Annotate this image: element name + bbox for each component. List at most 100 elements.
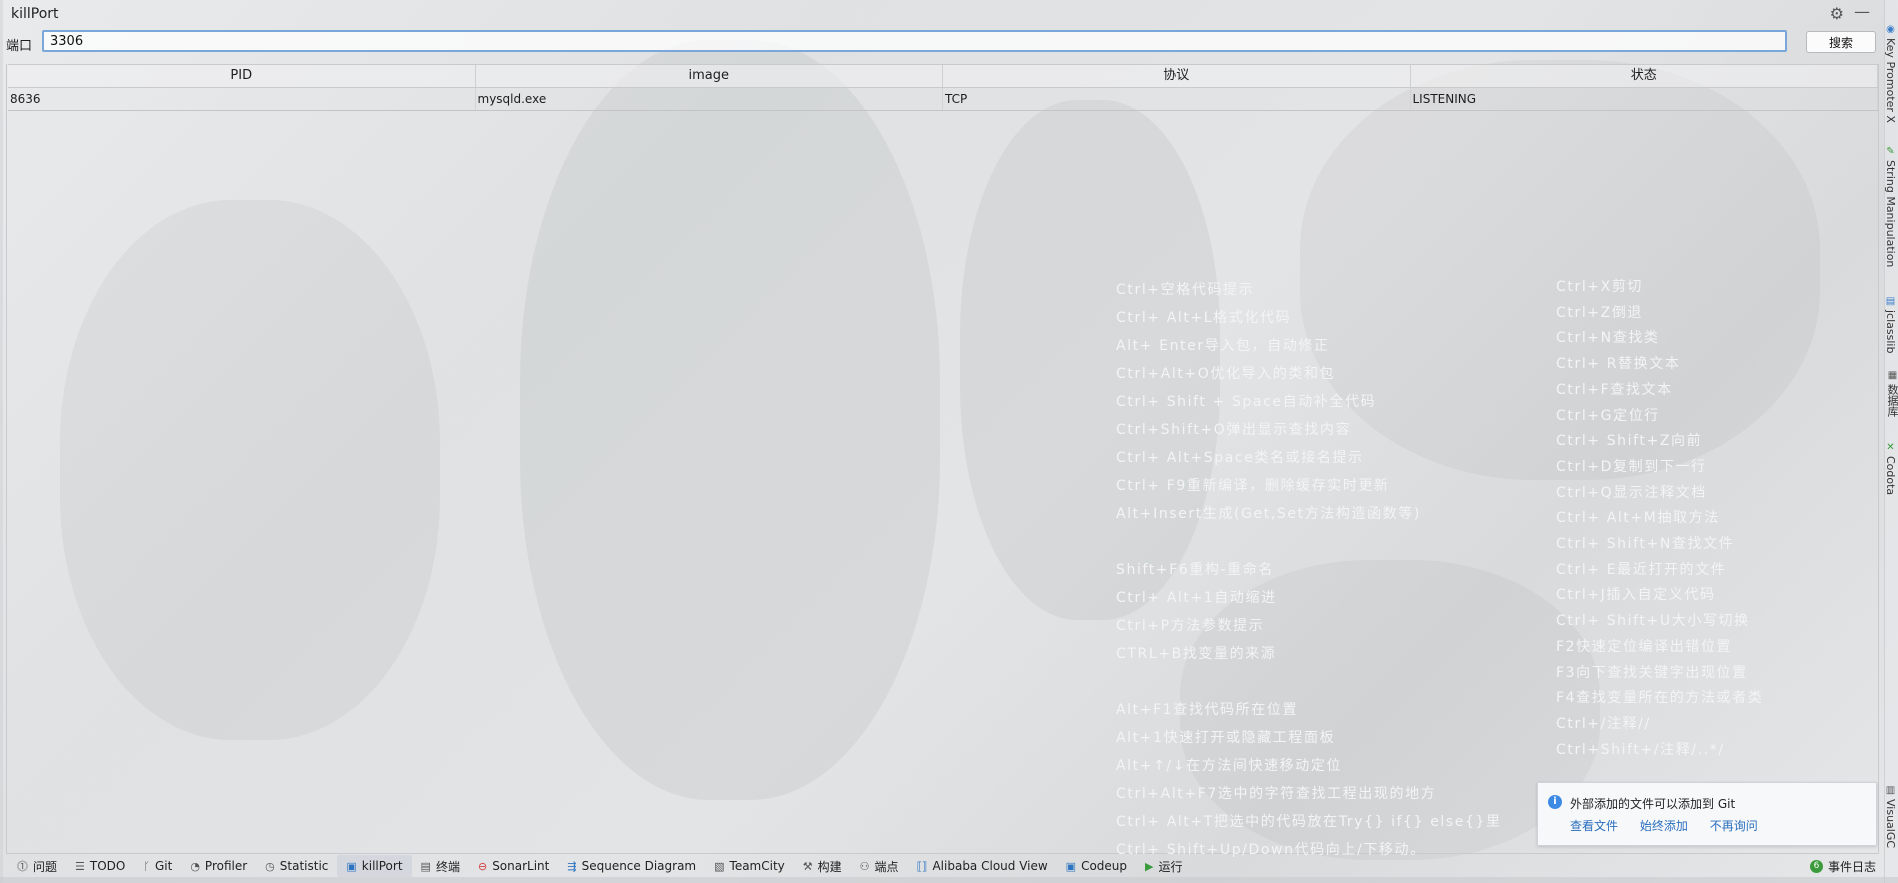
tool-build[interactable]: ⚒ 构建 <box>794 855 851 877</box>
column-header-protocol[interactable]: 协议 <box>943 65 1411 87</box>
shortcut-item: Ctrl+ Alt+L格式化代码 <box>1116 310 1292 326</box>
shortcut-item: Ctrl+Z倒退 <box>1556 304 1644 321</box>
tool-codeup[interactable]: ▣ Codeup <box>1057 855 1136 877</box>
shortcut-item: Ctrl+ E最近打开的文件 <box>1556 561 1727 578</box>
terminal-icon: ▤ <box>420 859 431 873</box>
event-log-button[interactable]: 6 事件日志 <box>1809 855 1876 877</box>
dont-ask-link[interactable]: 不再询问 <box>1710 819 1758 833</box>
column-header-image[interactable]: image <box>476 65 943 87</box>
column-header-pid[interactable]: PID <box>8 65 476 87</box>
shortcut-item: Ctrl+Alt+O优化导入的类和包 <box>1116 366 1336 382</box>
table-header: PID image 协议 状态 <box>8 64 1878 88</box>
tool-string-manipulation[interactable]: ✎String Manipulation <box>1884 146 1897 267</box>
status-bar <box>0 877 1898 883</box>
notification-message: 外部添加的文件可以添加到 Git <box>1570 797 1736 811</box>
shortcut-item: Ctrl+ Shift+Z向前 <box>1556 433 1703 450</box>
sonarlint-icon: ⊖ <box>477 859 488 873</box>
window-title: killPort <box>11 6 59 22</box>
shortcut-item: Ctrl+空格代码提示 <box>1116 282 1255 298</box>
shortcut-item: Shift+F6重构-重命名 <box>1116 562 1274 578</box>
jclasslib-icon: ▤ <box>1885 296 1896 307</box>
panel-border <box>6 853 1879 854</box>
shortcut-item: Ctrl+ Alt+M抽取方法 <box>1556 510 1720 527</box>
git-icon: ᚴ <box>143 859 150 873</box>
shortcut-item: Ctrl+Shift+O弹出显示查找内容 <box>1116 422 1352 438</box>
tool-visualgc[interactable]: ▥VisualGC <box>1884 785 1897 848</box>
shortcut-item: F2快速定位编译出错位置 <box>1556 638 1733 655</box>
column-header-status[interactable]: 状态 <box>1411 65 1878 87</box>
view-files-link[interactable]: 查看文件 <box>1570 819 1618 833</box>
shortcut-item: Ctrl+ R替换文本 <box>1556 356 1681 373</box>
left-tool-strip <box>0 0 3 883</box>
shortcut-item: Ctrl+ Shift + Space自动补全代码 <box>1116 394 1377 410</box>
shortcut-item: Ctrl+D复制到下一行 <box>1556 458 1707 475</box>
shortcut-item: Ctrl+Shift+/注释/..*/ <box>1556 741 1725 758</box>
tool-profiler[interactable]: ◔ Profiler <box>181 855 256 877</box>
tool-key-promoter-x[interactable]: ◉Key Promoter X <box>1884 24 1897 123</box>
shortcut-item: F3向下查找关键字出现位置 <box>1556 664 1748 681</box>
problems-icon: ⓵ <box>17 860 28 873</box>
always-add-link[interactable]: 始终添加 <box>1640 819 1688 833</box>
tool-problems[interactable]: ⓵ 问题 <box>8 855 66 877</box>
killport-icon: ▣ <box>346 859 357 873</box>
table-row[interactable]: 8636 mysqld.exe TCP LISTENING <box>8 88 1878 111</box>
visualgc-icon: ▥ <box>1885 785 1896 796</box>
shortcut-item: Alt+1快速打开或隐藏工程面板 <box>1116 730 1336 746</box>
shortcut-item: F4查找变量所在的方法或者类 <box>1556 690 1764 707</box>
teamcity-icon: ▧ <box>714 859 725 873</box>
shortcut-item: Ctrl+/注释// <box>1556 715 1651 732</box>
hide-icon[interactable]: — <box>1854 2 1870 21</box>
event-count-badge: 6 <box>1809 859 1823 873</box>
tool-teamcity[interactable]: ▧ TeamCity <box>705 855 794 877</box>
tool-database[interactable]: ▦数据库 <box>1884 370 1898 417</box>
shortcut-item: Ctrl+ Alt+1自动缩进 <box>1116 590 1277 606</box>
tool-alibaba-cloud-view[interactable]: ⟦⟧ Alibaba Cloud View <box>908 855 1057 877</box>
search-row: 端口 搜索 <box>0 30 1884 56</box>
codota-icon: ✕ <box>1885 442 1896 453</box>
info-icon: i <box>1548 795 1562 809</box>
shortcut-item: Alt+F1查找代码所在位置 <box>1116 702 1299 718</box>
shortcut-gap <box>1116 668 1502 696</box>
run-icon: ▶ <box>1145 859 1154 873</box>
shortcut-list-right: Ctrl+X剪切 Ctrl+Z倒退 Ctrl+N查找类 Ctrl+ R替换文本 Ctrl… <box>1556 275 1763 763</box>
shortcut-item: Ctrl+ F9重新编译，删除缓存实时更新 <box>1116 478 1390 494</box>
codeup-icon: ▣ <box>1065 859 1077 873</box>
event-log-label: 事件日志 <box>1827 859 1876 874</box>
shortcut-item: CTRL+B找变量的来源 <box>1116 646 1277 662</box>
port-table: PID image 协议 状态 8636 mysqld.exe TCP LIST… <box>8 64 1878 111</box>
cell-status: LISTENING <box>1411 88 1878 110</box>
tool-todo[interactable]: ☰ TODO <box>66 855 134 877</box>
tool-codota[interactable]: ✕Codota <box>1884 442 1897 495</box>
profiler-icon: ◔ <box>190 859 200 873</box>
tool-killport[interactable]: ▣ killPort <box>337 855 412 877</box>
shortcut-item: Alt+Insert生成(Get,Set方法构造函数等) <box>1116 506 1421 522</box>
todo-icon: ☰ <box>75 859 85 873</box>
shortcut-item: Ctrl+P方法参数提示 <box>1116 618 1265 634</box>
shortcut-item: Ctrl+N查找类 <box>1556 330 1660 347</box>
shortcut-item: Ctrl+ Shift+U大小写切换 <box>1556 613 1750 630</box>
tool-jclasslib[interactable]: ▤jclasslib <box>1884 296 1897 353</box>
bottom-tool-bar: ⓵ 问题 ☰ TODO ᚴ Git ◔ Profiler ◷ Statistic ▣ kil… <box>0 855 1884 877</box>
shortcut-item: Ctrl+ Alt+Space类名或接名提示 <box>1116 450 1364 466</box>
port-input[interactable] <box>42 30 1787 52</box>
tool-git[interactable]: ᚴ Git <box>134 855 181 877</box>
pencil-icon: ✎ <box>1885 146 1896 157</box>
tool-terminal[interactable]: ▤ 终端 <box>412 855 469 877</box>
search-button[interactable]: 搜索 <box>1806 31 1876 53</box>
tool-statistic[interactable]: ◷ Statistic <box>256 855 337 877</box>
panel-border <box>6 64 7 854</box>
tool-run[interactable]: ▶ 运行 <box>1136 855 1191 877</box>
shortcut-item: Ctrl+J插入自定义代码 <box>1556 587 1716 604</box>
shortcut-item: Ctrl+F查找文本 <box>1556 381 1673 398</box>
sequence-diagram-icon: ⇶ <box>567 859 577 873</box>
shortcut-item: Ctrl+ Shift+N查找文件 <box>1556 536 1735 553</box>
shortcut-item: Alt+ Enter导入包，自动修正 <box>1116 338 1330 354</box>
gear-icon[interactable]: ⚙ <box>1830 4 1844 23</box>
tool-sonarlint[interactable]: ⊖ SonarLint <box>469 855 558 877</box>
shortcut-item: Ctrl+ Alt+T把选中的代码放在Try{} if{} else{}里 <box>1116 814 1502 830</box>
tool-sequence-diagram[interactable]: ⇶ Sequence Diagram <box>558 855 705 877</box>
panel-border <box>1878 64 1879 854</box>
tool-endpoints[interactable]: ⚇ 端点 <box>851 855 908 877</box>
key-promoter-icon: ◉ <box>1885 24 1896 35</box>
endpoints-icon: ⚇ <box>859 859 870 873</box>
